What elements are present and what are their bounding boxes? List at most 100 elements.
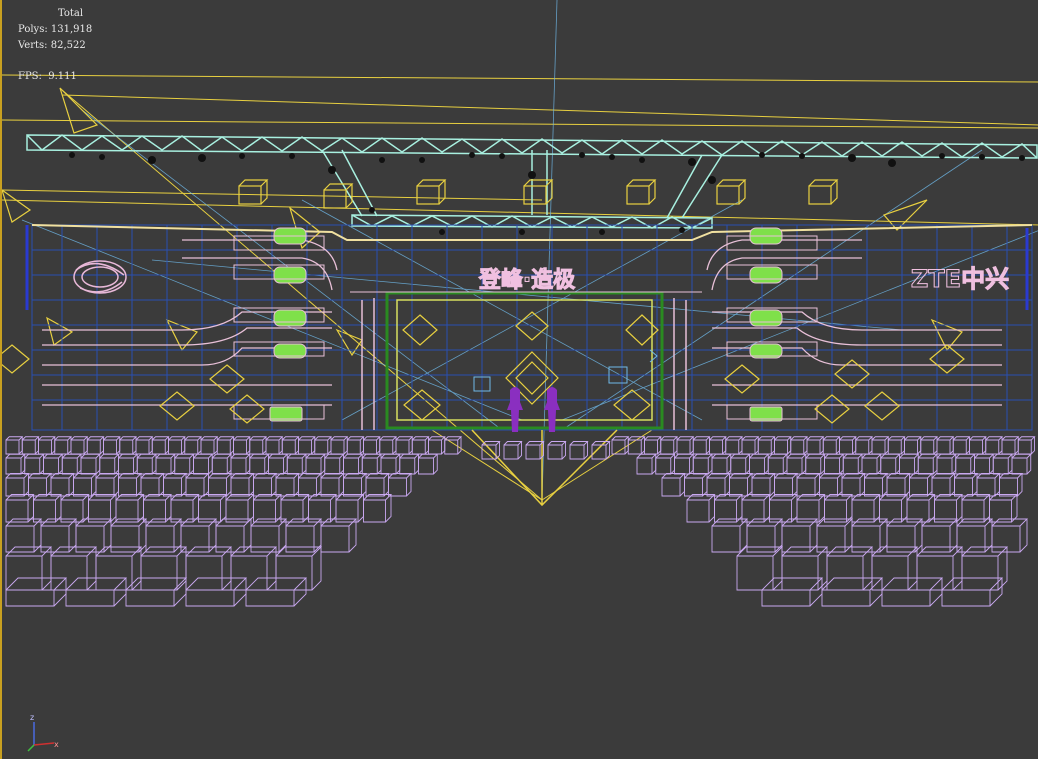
seat-wireframe — [711, 518, 749, 553]
seat-wireframe — [388, 473, 413, 497]
seat-wireframe — [265, 436, 284, 455]
seat-wireframe — [886, 473, 911, 497]
seat-wireframe — [674, 453, 695, 475]
seat-wireframe — [686, 494, 716, 523]
seat-wireframe — [275, 546, 323, 591]
seat-wireframe — [170, 494, 200, 523]
seat-wireframe — [281, 436, 300, 455]
seat-wireframe — [28, 473, 53, 497]
seat-wireframe — [547, 441, 567, 460]
seat-wireframe — [286, 453, 308, 475]
stats-fps-row: FPS: 9.111 — [18, 69, 92, 85]
seat-wireframe — [38, 436, 56, 455]
seat-wireframe — [781, 546, 829, 591]
seat-wireframe — [819, 473, 844, 497]
axis-x-label: x — [54, 740, 59, 749]
seat-wireframe — [861, 453, 882, 475]
seat-wireframe — [796, 494, 826, 523]
seat-wireframe — [822, 436, 841, 455]
seat-wireframe — [714, 494, 744, 523]
seat-wireframe — [774, 436, 792, 455]
stage-backdrop — [31, 224, 1033, 431]
seat-wireframe — [168, 436, 186, 455]
seat-wireframe — [952, 436, 971, 455]
seat-wireframe — [115, 494, 145, 523]
seat-wireframe — [976, 473, 1001, 497]
seat-wireframe — [855, 436, 874, 455]
seat-wireframe — [871, 436, 890, 455]
seat-wireframe — [955, 453, 976, 475]
seat-wireframe — [730, 453, 751, 475]
seat-wireframe — [249, 453, 270, 475]
seat-wireframe — [751, 473, 776, 497]
seat-wireframe — [249, 436, 268, 455]
seat-wireframe — [999, 473, 1024, 497]
seat-wireframe — [729, 473, 754, 497]
seat-wireframe — [320, 518, 358, 553]
seat-wireframe — [155, 453, 176, 475]
seat-wireframe — [916, 546, 964, 591]
seat-wireframe — [361, 453, 383, 475]
seat-wireframe — [821, 577, 884, 607]
seat-wireframe — [936, 436, 955, 455]
seat-wireframe — [298, 436, 316, 455]
seat-wireframe — [43, 453, 64, 475]
seat-wireframe — [757, 436, 776, 455]
seat-wireframe — [591, 441, 611, 460]
seat-wireframe — [184, 436, 203, 455]
seat-wireframe — [842, 453, 864, 475]
seat-wireframe — [5, 453, 26, 475]
seat-wireframe — [99, 453, 120, 475]
seat-wireframe — [88, 494, 118, 523]
seat-wireframe — [50, 546, 98, 591]
seat-wireframe — [1017, 436, 1036, 455]
seat-wireframe — [989, 494, 1019, 523]
seat-wireframe — [5, 577, 68, 607]
seat-wireframe — [230, 546, 278, 591]
seat-wireframe — [60, 494, 90, 523]
verts-label: Verts: — [18, 40, 48, 51]
seat-wireframe — [61, 453, 83, 475]
seat-wireframe — [692, 453, 714, 475]
3d-viewport[interactable]: 登峰·造极 ZTE中兴 z x Total Polys: 131,918 Ver… — [0, 0, 1038, 759]
light-cubes — [238, 179, 839, 209]
stats-polys-row: Polys: 131,918 — [18, 22, 92, 38]
seat-wireframe — [118, 473, 143, 497]
seat-wireframe — [961, 546, 1009, 591]
seat-wireframe — [399, 453, 420, 475]
seat-wireframe — [711, 453, 732, 475]
seat-wireframe — [86, 436, 105, 455]
seat-wireframe — [5, 494, 35, 523]
seat-wireframe — [380, 453, 401, 475]
seat-wireframe — [879, 494, 909, 523]
fps-label: FPS: — [18, 71, 42, 82]
seat-wireframe — [761, 577, 824, 607]
wireframe-scene[interactable]: 登峰·造极 ZTE中兴 z x — [2, 0, 1038, 759]
seat-wireframe — [692, 436, 711, 455]
seat-wireframe — [80, 453, 101, 475]
seat-wireframe — [806, 436, 825, 455]
seat-wireframe — [887, 436, 906, 455]
seat-wireframe — [906, 494, 936, 523]
seat-wireframe — [174, 453, 195, 475]
seat-wireframe — [143, 494, 173, 523]
seat-wireframe — [841, 473, 866, 497]
seat-wireframe — [525, 441, 545, 460]
seat-wireframe — [275, 473, 300, 497]
seat-wireframe — [330, 436, 349, 455]
seat-wireframe — [920, 436, 939, 455]
seat-wireframe — [305, 453, 326, 475]
seat-wireframe — [198, 494, 228, 523]
seat-wireframe — [936, 453, 957, 475]
seat-wireframe — [741, 436, 760, 455]
center-sign-text: 登峰·造极 — [478, 268, 576, 293]
seat-wireframe — [95, 473, 120, 497]
seat-wireframe — [95, 546, 143, 591]
seat-wireframe — [684, 473, 709, 497]
seat-wireframe — [880, 453, 901, 475]
seat-wireframe — [774, 473, 799, 497]
seat-wireframe — [225, 494, 255, 523]
seat-wireframe — [140, 473, 165, 497]
seat-wireframe — [5, 436, 24, 455]
seat-wireframe — [216, 436, 235, 455]
